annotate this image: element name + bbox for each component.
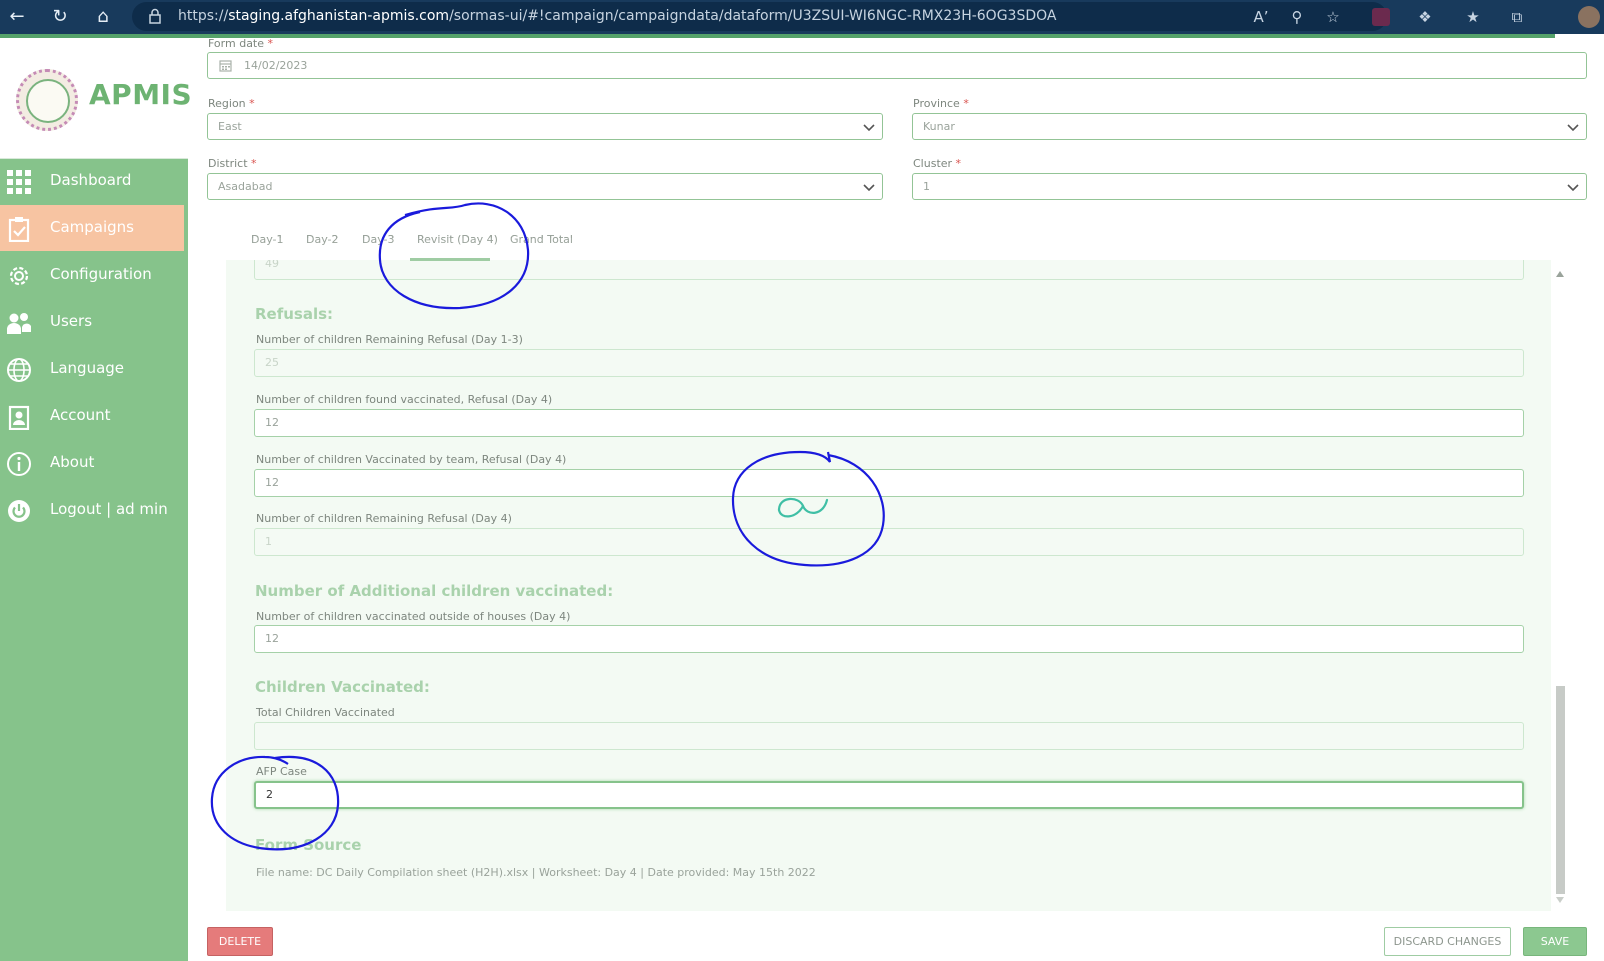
refusals-heading: Refusals: [255,305,334,323]
zoom-out-icon[interactable]: ⚲ [1286,6,1308,28]
active-tab-indicator [410,258,490,261]
scroll-down-arrow-icon[interactable] [1556,897,1564,903]
add-favorite-icon[interactable]: ☆ [1322,6,1344,28]
back-arrow-icon[interactable]: ← [6,6,28,28]
clipboard-check-icon [8,217,30,242]
sidebar-item-dashboard[interactable]: Dashboard [0,158,188,204]
district-label: District * [208,157,257,170]
region-value: East [218,120,242,133]
collections-icon[interactable]: ⧉ [1506,6,1528,28]
sidebar-item-configuration[interactable]: Configuration [0,252,188,298]
district-select[interactable]: Asadabad [207,173,883,200]
total-children-vaccinated-field[interactable] [254,722,1524,750]
sidebar-item-logout[interactable]: Logout | ad min [0,487,188,533]
field-label: AFP Case [256,765,307,778]
afp-case-input[interactable]: 2 [254,781,1524,809]
cluster-value: 1 [923,180,930,193]
remaining-refusal-day13-field[interactable]: 25 [254,349,1524,377]
region-label: Region * [208,97,255,110]
field-label: Total Children Vaccinated [256,706,395,719]
chevron-down-icon[interactable] [1566,120,1580,134]
url-text[interactable]: https://staging.afghanistan-apmis.com/so… [178,8,1056,24]
sidebar-item-label: Account [50,406,111,424]
province-label: Province * [913,97,969,110]
form-date-value: 14/02/2023 [244,59,308,72]
extension-icon[interactable] [1372,8,1390,26]
calendar-icon[interactable] [219,59,232,72]
field-label: Number of children found vaccinated, Ref… [256,393,553,406]
save-button[interactable]: SAVE [1523,927,1587,956]
apmis-logo-inner [26,79,70,123]
field-label: Number of children Remaining Refusal (Da… [256,512,512,525]
scroll-up-arrow-icon[interactable] [1556,271,1564,277]
sidebar-item-label: About [50,453,95,471]
users-icon [7,313,31,334]
sidebar-item-label: Language [50,359,125,377]
browser-toolbar: ← ↻ ⌂ https://staging.afghanistan-apmis.… [0,0,1604,34]
chevron-down-icon[interactable] [1566,180,1580,194]
sidebar-item-account[interactable]: Account [0,393,188,439]
sidebar-item-campaigns[interactable]: Campaigns [0,205,184,251]
vaccinated-by-team-refusal-field[interactable]: 12 [254,469,1524,497]
sidebar-item-label: Configuration [50,265,152,283]
field-label: Number of children vaccinated outside of… [256,610,571,623]
form-source-heading: Form Source [255,836,362,854]
sidebar-item-label: Users [50,312,93,330]
chevron-down-icon[interactable] [862,120,876,134]
form-date-field[interactable]: 14/02/2023 [207,52,1587,79]
sidebar-item-label: Campaigns [50,218,135,236]
province-value: Kunar [923,120,955,133]
found-vaccinated-refusal-field[interactable]: 12 [254,409,1524,437]
delete-button[interactable]: DELETE [207,927,273,956]
id-badge-icon [8,405,30,430]
form-date-label: Form date * [208,37,274,50]
sidebar-item-label: Logout | ad min [50,500,168,518]
sidebar-item-users[interactable]: Users [0,299,188,345]
home-icon[interactable]: ⌂ [92,6,114,28]
logo-area: APMIS [0,38,192,159]
profile-avatar[interactable] [1578,6,1600,28]
refresh-icon[interactable]: ↻ [49,6,71,28]
children-vaccinated-heading: Children Vaccinated: [255,678,430,696]
power-icon [8,500,30,522]
province-select[interactable]: Kunar [912,113,1587,140]
lock-icon [149,8,161,24]
gear-icon [9,266,29,286]
district-value: Asadabad [218,180,273,193]
cluster-label: Cluster * [913,157,962,170]
puzzle-icon[interactable]: ❖ [1414,6,1436,28]
tab-day-2[interactable]: Day-2 [306,233,339,246]
cluster-select[interactable]: 1 [912,173,1587,200]
logo-text: APMIS [89,78,193,111]
tab-revisit-day-4[interactable]: Revisit (Day 4) [417,233,498,246]
region-select[interactable]: East [207,113,883,140]
form-source-text: File name: DC Daily Compilation sheet (H… [256,866,816,879]
chevron-down-icon[interactable] [862,180,876,194]
tab-day-1[interactable]: Day-1 [251,233,284,246]
field-label: Number of children Vaccinated by team, R… [256,453,567,466]
sidebar-item-language[interactable]: Language [0,346,188,392]
discard-changes-button[interactable]: DISCARD CHANGES [1384,927,1511,956]
loading-spinner-icon [777,497,829,518]
remaining-refusal-day4-field[interactable]: 1 [254,528,1524,556]
read-aloud-icon[interactable]: A’ [1250,6,1272,28]
tab-grand-total[interactable]: Grand Total [510,233,573,246]
sidebar-item-label: Dashboard [50,171,132,189]
info-icon [7,452,31,476]
additional-children-heading: Number of Additional children vaccinated… [255,582,614,600]
tab-day-3[interactable]: Day-3 [362,233,395,246]
favorites-icon[interactable]: ★ [1462,6,1484,28]
grid-icon [7,170,31,194]
globe-icon [7,358,31,382]
sidebar-item-about[interactable]: About [0,440,188,486]
field-label: Number of children Remaining Refusal (Da… [256,333,523,346]
address-bar[interactable]: https://staging.afghanistan-apmis.com/so… [132,2,1387,31]
scrollbar-thumb[interactable] [1556,686,1565,894]
vaccinated-outside-houses-field[interactable]: 12 [254,625,1524,653]
